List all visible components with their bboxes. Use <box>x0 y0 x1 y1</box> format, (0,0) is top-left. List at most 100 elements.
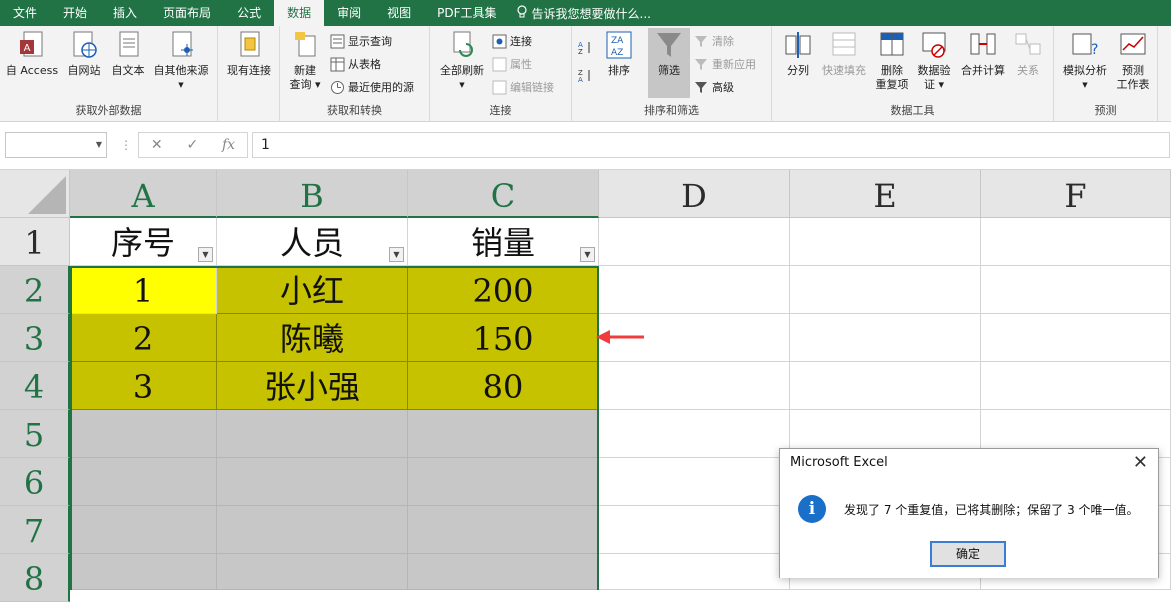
header-cell-seq[interactable]: 序号 ▼ <box>70 218 217 266</box>
table-cell[interactable]: 2 <box>70 314 217 362</box>
name-box[interactable]: ▼ <box>5 132 107 158</box>
select-all-corner[interactable] <box>0 170 70 218</box>
table-cell[interactable]: 陈曦 <box>217 314 408 362</box>
remove-duplicates-button[interactable]: 删除 重复项 <box>872 30 912 92</box>
show-queries-button[interactable]: 显示查询 <box>330 33 392 49</box>
row-header-1[interactable]: 1 <box>0 218 70 266</box>
cell[interactable] <box>217 506 408 554</box>
insert-function-icon[interactable]: fx <box>222 137 235 153</box>
column-header-b[interactable]: B <box>217 170 408 218</box>
table-cell[interactable]: 张小强 <box>217 362 408 410</box>
filter-dropdown-icon[interactable]: ▼ <box>580 247 595 262</box>
cell[interactable] <box>70 506 217 554</box>
flash-fill-button[interactable]: 快速填充 <box>818 30 870 78</box>
cell[interactable] <box>599 554 790 590</box>
cell[interactable] <box>981 266 1171 314</box>
filter-button[interactable]: 筛选 <box>648 30 690 78</box>
table-cell[interactable]: 150 <box>408 314 599 362</box>
from-other-sources-button[interactable]: 自其他来源 ▼ <box>150 30 212 92</box>
tab-formulas[interactable]: 公式 <box>224 0 274 26</box>
consolidate-button[interactable]: 合并计算 <box>956 30 1010 78</box>
cell[interactable] <box>599 458 790 506</box>
connections-button[interactable]: 连接 <box>492 33 532 49</box>
column-header-a[interactable]: A <box>70 170 217 218</box>
cell[interactable] <box>599 362 790 410</box>
data-validation-button[interactable]: 数据验 证 ▾ <box>914 30 954 92</box>
cell[interactable] <box>217 458 408 506</box>
cell[interactable] <box>599 266 790 314</box>
cell[interactable] <box>408 506 599 554</box>
table-cell[interactable]: 200 <box>408 266 599 314</box>
from-text-button[interactable]: 自文本 <box>108 30 148 78</box>
cell[interactable] <box>408 554 599 590</box>
advanced-filter-button[interactable]: 高级 <box>694 79 734 95</box>
tab-page-layout[interactable]: 页面布局 <box>150 0 224 26</box>
tab-pdf-tools[interactable]: PDF工具集 <box>424 0 509 26</box>
ok-button[interactable]: 确定 <box>930 541 1006 567</box>
tab-review[interactable]: 审阅 <box>324 0 374 26</box>
cancel-icon[interactable]: ✕ <box>151 137 163 153</box>
cell[interactable] <box>70 410 217 458</box>
text-to-columns-button[interactable]: 分列 <box>778 30 818 78</box>
clear-filter-button[interactable]: 清除 <box>694 33 734 49</box>
cell[interactable] <box>217 410 408 458</box>
formula-input[interactable]: 1 <box>252 132 1170 158</box>
row-header-5[interactable]: 5 <box>0 410 70 458</box>
new-query-button[interactable]: 新建 查询 ▾ <box>284 30 326 92</box>
sort-descending-button[interactable]: ZA <box>578 68 593 84</box>
what-if-button[interactable]: ? 模拟分析 ▼ <box>1060 30 1110 92</box>
cell[interactable] <box>790 218 981 266</box>
tell-me-box[interactable]: 告诉我您想要做什么... <box>510 4 651 22</box>
row-header-7[interactable]: 7 <box>0 506 70 554</box>
column-header-c[interactable]: C <box>408 170 599 218</box>
cell[interactable] <box>599 506 790 554</box>
chevron-down-icon[interactable]: ▼ <box>96 140 102 149</box>
table-cell[interactable]: 3 <box>70 362 217 410</box>
row-header-8[interactable]: 8 <box>0 554 70 602</box>
refresh-all-button[interactable]: 全部刷新 ▼ <box>436 30 488 92</box>
filter-dropdown-icon[interactable]: ▼ <box>198 247 213 262</box>
properties-button[interactable]: 属性 <box>492 56 532 72</box>
reapply-button[interactable]: 重新应用 <box>694 56 756 72</box>
recent-sources-button[interactable]: 最近使用的源 <box>330 79 414 95</box>
existing-connections-button[interactable]: 现有连接 <box>222 30 276 78</box>
column-header-e[interactable]: E <box>790 170 981 218</box>
cell[interactable] <box>599 410 790 458</box>
cell[interactable] <box>981 218 1171 266</box>
cell[interactable] <box>217 554 408 590</box>
sort-button[interactable]: ZA AZ 排序 <box>602 30 636 78</box>
row-header-4[interactable]: 4 <box>0 362 70 410</box>
cell[interactable] <box>408 458 599 506</box>
table-cell[interactable]: 小红 <box>217 266 408 314</box>
row-header-3[interactable]: 3 <box>0 314 70 362</box>
cell[interactable] <box>790 314 981 362</box>
cell[interactable] <box>981 362 1171 410</box>
cell[interactable] <box>790 362 981 410</box>
cell[interactable] <box>981 314 1171 362</box>
tab-view[interactable]: 视图 <box>374 0 424 26</box>
table-cell[interactable]: 80 <box>408 362 599 410</box>
column-header-d[interactable]: D <box>599 170 790 218</box>
close-icon[interactable]: ✕ <box>1133 452 1148 473</box>
from-table-button[interactable]: 从表格 <box>330 56 381 72</box>
relationships-button[interactable]: 关系 <box>1010 30 1046 78</box>
sort-ascending-button[interactable]: AZ <box>578 40 593 56</box>
cell[interactable] <box>70 458 217 506</box>
row-header-2[interactable]: 2 <box>0 266 70 314</box>
tab-data[interactable]: 数据 <box>274 0 325 26</box>
from-access-button[interactable]: A 自 Access <box>4 30 60 78</box>
row-header-6[interactable]: 6 <box>0 458 70 506</box>
from-web-button[interactable]: 自网站 <box>64 30 104 78</box>
tab-file[interactable]: 文件 <box>0 0 50 26</box>
header-cell-person[interactable]: 人员 ▼ <box>217 218 408 266</box>
table-cell[interactable]: 1 <box>70 266 217 314</box>
cell[interactable] <box>408 410 599 458</box>
cell[interactable] <box>70 554 217 590</box>
filter-dropdown-icon[interactable]: ▼ <box>389 247 404 262</box>
edit-links-button[interactable]: 编辑链接 <box>492 79 554 95</box>
tab-insert[interactable]: 插入 <box>100 0 150 26</box>
column-header-f[interactable]: F <box>981 170 1171 218</box>
header-cell-sales[interactable]: 销量 ▼ <box>408 218 599 266</box>
forecast-sheet-button[interactable]: 预测 工作表 <box>1112 30 1154 92</box>
cell[interactable] <box>599 218 790 266</box>
